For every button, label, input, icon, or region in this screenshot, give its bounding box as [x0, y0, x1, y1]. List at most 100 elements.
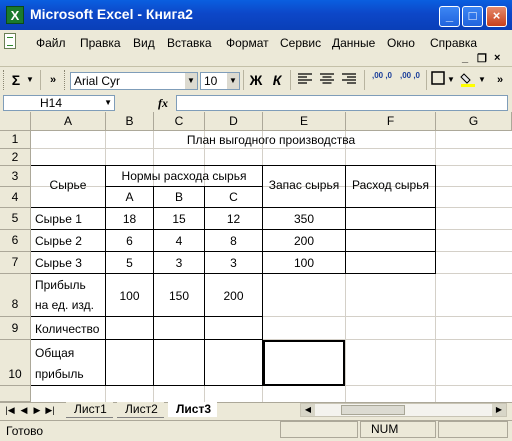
column-header-b[interactable]: B: [106, 112, 154, 131]
menu-file[interactable]: Файл: [36, 36, 66, 50]
row-header-10[interactable]: 10: [0, 340, 31, 386]
align-left-icon[interactable]: [296, 71, 314, 89]
column-header-c[interactable]: C: [154, 112, 205, 131]
cell-product-b[interactable]: B: [154, 190, 204, 204]
cell-norm[interactable]: 5: [106, 256, 153, 270]
cell-profit-label-2[interactable]: на ед. изд.: [35, 298, 94, 312]
cell-total-label-2[interactable]: прибыль: [35, 367, 84, 381]
cell-norm[interactable]: 3: [154, 256, 204, 270]
cell-raw-2[interactable]: Сырье 2: [35, 234, 82, 248]
menu-format[interactable]: Формат: [226, 36, 269, 50]
cell-profit[interactable]: 200: [205, 289, 262, 303]
insert-function-icon[interactable]: fx: [158, 96, 168, 111]
menu-tools[interactable]: Сервис: [280, 36, 321, 50]
scroll-left-icon[interactable]: ◀: [301, 404, 315, 416]
decrease-decimal-button[interactable]: ,00 ,0: [398, 71, 422, 89]
cell-stock[interactable]: 100: [263, 256, 345, 270]
borders-dropdown-icon[interactable]: ▼: [446, 71, 456, 89]
row-header-5[interactable]: 5: [0, 208, 31, 230]
row-header-6[interactable]: 6: [0, 230, 31, 252]
cell-stock[interactable]: 350: [263, 212, 345, 226]
cell-stock[interactable]: 200: [263, 234, 345, 248]
toolbar-grip[interactable]: [3, 70, 7, 90]
scroll-right-icon[interactable]: ▶: [492, 404, 506, 416]
cell-norm[interactable]: 15: [154, 212, 204, 226]
row-header-7[interactable]: 7: [0, 252, 31, 274]
select-all-corner[interactable]: [0, 112, 31, 131]
first-sheet-icon[interactable]: |◀: [4, 402, 16, 418]
maximize-button[interactable]: □: [462, 6, 483, 27]
menu-view[interactable]: Вид: [133, 36, 155, 50]
horizontal-scrollbar[interactable]: ◀ ▶: [300, 403, 507, 417]
increase-decimal-button[interactable]: ,00 ,0: [370, 71, 394, 89]
formula-input[interactable]: [176, 95, 508, 111]
menu-window[interactable]: Окно: [387, 36, 415, 50]
column-header-f[interactable]: F: [346, 112, 436, 131]
cell-profit[interactable]: 100: [106, 289, 153, 303]
cell-raw-1[interactable]: Сырье 1: [35, 212, 82, 226]
column-header-g[interactable]: G: [436, 112, 512, 131]
doc-minimize-button[interactable]: _: [462, 52, 468, 64]
doc-close-button[interactable]: ×: [494, 52, 500, 64]
fill-color-dropdown-icon[interactable]: ▼: [477, 71, 487, 89]
column-header-e[interactable]: E: [263, 112, 346, 131]
worksheet-grid[interactable]: A B C D E F G 1 2 3 4 5 6 7 8 9 10 План …: [0, 112, 512, 402]
close-button[interactable]: ×: [486, 6, 507, 27]
name-box[interactable]: H14 ▼: [3, 95, 115, 111]
scroll-thumb[interactable]: [341, 405, 405, 415]
workbook-icon[interactable]: [4, 33, 16, 49]
font-size-select[interactable]: 10 ▼: [200, 72, 240, 90]
chevron-down-icon[interactable]: ▼: [185, 73, 197, 89]
row-header-9[interactable]: 9: [0, 317, 31, 340]
menu-insert[interactable]: Вставка: [167, 36, 212, 50]
cell-product-c[interactable]: C: [205, 190, 262, 204]
cell-quantity-label[interactable]: Количество: [35, 322, 99, 336]
sheet-tab-1[interactable]: Лист1: [66, 402, 113, 418]
row-header-4[interactable]: 4: [0, 187, 31, 208]
cell-norm[interactable]: 8: [205, 234, 262, 248]
cell-title[interactable]: План выгодного производства: [106, 133, 436, 147]
chevron-down-icon[interactable]: ▼: [104, 96, 112, 110]
doc-restore-button[interactable]: ❐: [477, 52, 487, 65]
font-name-select[interactable]: Arial Cyr ▼: [70, 72, 198, 90]
column-header-d[interactable]: D: [205, 112, 263, 131]
toolbar-grip[interactable]: [64, 70, 68, 90]
row-header-11[interactable]: [0, 386, 31, 402]
prev-sheet-icon[interactable]: ◀: [18, 402, 30, 418]
last-sheet-icon[interactable]: ▶|: [44, 402, 56, 418]
sheet-tab-3-active[interactable]: Лист3: [168, 402, 218, 417]
row-header-1[interactable]: 1: [0, 131, 31, 149]
cell-stock-header[interactable]: Запас сырья: [263, 178, 345, 192]
menu-edit[interactable]: Правка: [80, 36, 121, 50]
sheet-tab-2[interactable]: Лист2: [117, 402, 164, 418]
align-right-icon[interactable]: [340, 71, 358, 89]
excel-app-icon[interactable]: X: [6, 6, 24, 24]
chevron-down-icon[interactable]: ▼: [227, 73, 239, 89]
cell-profit-label-1[interactable]: Прибыль: [35, 278, 86, 292]
column-header-a[interactable]: A: [31, 112, 106, 131]
autosum-icon[interactable]: Σ: [8, 71, 24, 89]
zoom-dropdown-icon[interactable]: »: [44, 71, 62, 89]
row-header-3[interactable]: 3: [0, 166, 31, 187]
minimize-button[interactable]: _: [439, 6, 460, 27]
toolbar-options-icon[interactable]: »: [493, 71, 507, 89]
cell-norm[interactable]: 12: [205, 212, 262, 226]
fill-color-icon[interactable]: [459, 71, 477, 89]
borders-icon[interactable]: [430, 71, 446, 89]
active-cell-selection[interactable]: [263, 340, 345, 386]
autosum-dropdown-icon[interactable]: ▼: [25, 71, 35, 89]
cell-total-label-1[interactable]: Общая: [35, 346, 74, 360]
cell-norm[interactable]: 3: [205, 256, 262, 270]
bold-button[interactable]: Ж: [247, 71, 265, 89]
cell-norm[interactable]: 18: [106, 212, 153, 226]
cell-product-a[interactable]: A: [106, 190, 153, 204]
align-center-icon[interactable]: [318, 71, 336, 89]
cell-norm[interactable]: 6: [106, 234, 153, 248]
cell-norm[interactable]: 4: [154, 234, 204, 248]
row-header-2[interactable]: 2: [0, 149, 31, 166]
menu-data[interactable]: Данные: [332, 36, 375, 50]
cell-profit[interactable]: 150: [154, 289, 204, 303]
cell-raw-header[interactable]: Сырье: [31, 178, 105, 192]
menu-help[interactable]: Справка: [430, 36, 477, 50]
cell-consumption-header[interactable]: Расход сырья: [346, 178, 435, 192]
